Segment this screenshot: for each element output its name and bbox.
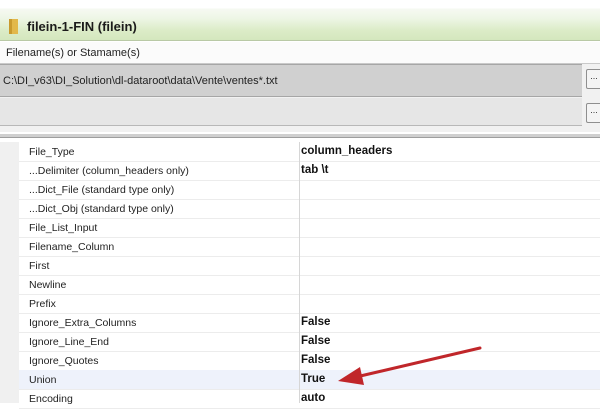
filename-header: Filename(s) or Stamame(s) <box>0 42 600 64</box>
property-name: Encoding <box>29 393 73 405</box>
browse-button-2[interactable]: ... <box>586 103 600 123</box>
property-name: Ignore_Quotes <box>29 355 99 367</box>
property-name: Filename_Column <box>29 241 115 253</box>
property-row-union[interactable]: Union True <box>19 370 600 390</box>
filename-path[interactable]: C:\DI_v63\DI_Solution\dl-dataroot\data\V… <box>3 75 278 87</box>
browse-button[interactable]: ... <box>586 69 600 89</box>
folder-icon <box>9 19 18 34</box>
property-name: File_List_Input <box>29 222 98 234</box>
property-name: Prefix <box>29 298 56 310</box>
property-value[interactable]: column_headers <box>301 145 392 157</box>
property-name: Newline <box>29 279 67 291</box>
property-row-ignore-line-end[interactable]: Ignore_Line_End False <box>19 332 600 352</box>
property-row-delimiter[interactable]: ...Delimiter (column_headers only) tab \… <box>19 161 600 181</box>
property-name: ...Dict_Obj (standard type only) <box>29 203 174 215</box>
property-row-prefix[interactable]: Prefix <box>19 294 600 314</box>
property-value[interactable]: auto <box>301 392 325 404</box>
property-row-ignore-quotes[interactable]: Ignore_Quotes False <box>19 351 600 371</box>
property-value[interactable]: False <box>301 316 330 328</box>
property-name: Ignore_Extra_Columns <box>29 317 137 329</box>
property-value[interactable]: False <box>301 335 330 347</box>
file-panel: Filename(s) or Stamame(s) C:\DI_v63\DI_S… <box>0 42 600 132</box>
property-value[interactable]: tab \t <box>301 164 328 176</box>
property-name: ...Dict_File (standard type only) <box>29 184 175 196</box>
property-value[interactable]: False <box>301 354 330 366</box>
column-separator <box>299 142 300 403</box>
filename-empty-row[interactable] <box>0 98 582 126</box>
property-name: File_Type <box>29 146 75 158</box>
panel-splitter[interactable] <box>0 134 600 138</box>
grid-gutter <box>0 142 19 403</box>
red-arrow-icon <box>338 346 482 385</box>
property-row-first[interactable]: First <box>19 256 600 276</box>
filename-label: Filename(s) or Stamame(s) <box>6 47 140 59</box>
property-row-dict-obj[interactable]: ...Dict_Obj (standard type only) <box>19 199 600 219</box>
window-title-bar: filein-1-FIN (filein) <box>0 0 600 41</box>
property-row-file-list-input[interactable]: File_List_Input <box>19 218 600 238</box>
property-grid: File_Type column_headers ...Delimiter (c… <box>0 142 600 409</box>
property-row-ignore-extra-columns[interactable]: Ignore_Extra_Columns False <box>19 313 600 333</box>
property-value[interactable]: True <box>301 373 325 385</box>
property-name: ...Delimiter (column_headers only) <box>29 165 189 177</box>
property-row-newline[interactable]: Newline <box>19 275 600 295</box>
filename-entry-row[interactable]: C:\DI_v63\DI_Solution\dl-dataroot\data\V… <box>0 64 582 97</box>
property-row-file-type[interactable]: File_Type column_headers <box>19 142 600 162</box>
property-row-filename-column[interactable]: Filename_Column <box>19 237 600 257</box>
window-title: filein-1-FIN (filein) <box>27 19 137 34</box>
property-row-encoding[interactable]: Encoding auto <box>19 389 600 409</box>
property-row-dict-file[interactable]: ...Dict_File (standard type only) <box>19 180 600 200</box>
property-name: Ignore_Line_End <box>29 336 109 348</box>
property-name: First <box>29 260 50 272</box>
property-name: Union <box>29 374 57 386</box>
